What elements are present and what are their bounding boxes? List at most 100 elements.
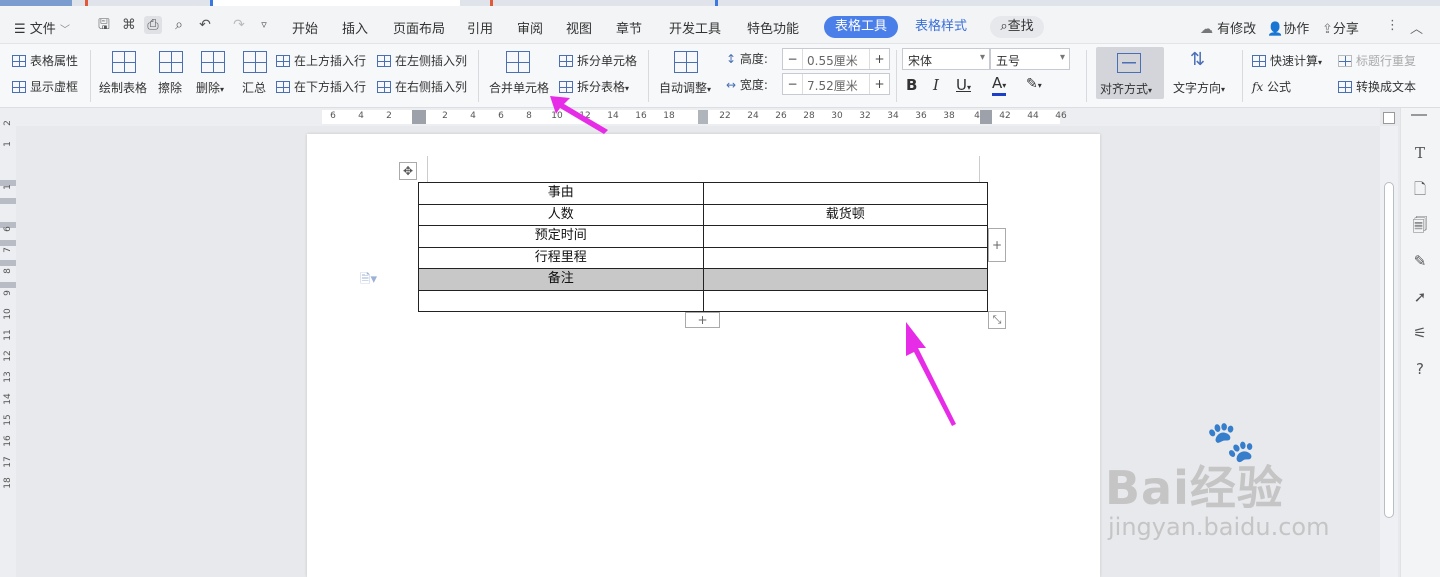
vruler-tick-label: 14	[3, 392, 13, 405]
repeat-title-button[interactable]: 标题行重复	[1338, 52, 1416, 69]
table-cell[interactable]	[702, 182, 988, 205]
font-color-button[interactable]: A▾	[992, 76, 1007, 96]
scrollbar-thumb[interactable]	[1384, 182, 1394, 518]
tab-table-tools[interactable]: 表格工具	[824, 16, 898, 38]
width-spinner[interactable]: − 7.52厘米 +	[782, 73, 890, 95]
font-size-select[interactable]: 五号	[990, 48, 1070, 70]
save-icon[interactable]: 🖫	[95, 16, 113, 34]
show-gridlines-button[interactable]: 显示虚框	[12, 78, 78, 95]
split-view-icon[interactable]	[1383, 112, 1395, 124]
ribbon-divider	[1242, 50, 1243, 102]
underline-button[interactable]: U▾	[956, 76, 971, 94]
insert-row-above-button[interactable]: 在上方插入行	[276, 52, 366, 69]
table-cell[interactable]	[702, 225, 988, 248]
share-button[interactable]: ⇪分享	[1322, 18, 1359, 37]
text-style-icon[interactable]: T	[1411, 144, 1429, 162]
italic-button[interactable]: I	[933, 76, 939, 94]
ruler-column-marker[interactable]	[980, 110, 992, 124]
draw-table-button[interactable]: 绘制表格	[99, 79, 147, 96]
insert-row-below-button[interactable]: 在下方插入行	[276, 78, 366, 95]
insert-col-left-button[interactable]: 在左侧插入列	[377, 52, 467, 69]
help-icon[interactable]: ?	[1411, 360, 1429, 378]
highlight-button[interactable]: ✎▾	[1026, 76, 1042, 92]
erase-button[interactable]: 擦除	[158, 79, 182, 96]
table-cell[interactable]: 预定时间	[418, 225, 704, 248]
table-cell[interactable]	[702, 289, 988, 312]
more-icon[interactable]: ⋮	[1386, 18, 1399, 33]
sliders-icon[interactable]: ⚟	[1411, 324, 1429, 342]
table-row: 预定时间	[418, 225, 988, 248]
align-button[interactable]: 对齐方式▾	[1096, 47, 1164, 99]
document-table[interactable]: 事由 人数 载货顿 预定时间 行程里程 备注	[418, 182, 988, 312]
text-direction-button[interactable]: 文字方向▾	[1173, 79, 1225, 96]
table-cell[interactable]	[702, 268, 988, 291]
paragraph-options-icon[interactable]: 🗎▾	[360, 270, 377, 292]
table-cell[interactable]	[702, 246, 988, 269]
tab-review[interactable]: 审阅	[517, 18, 543, 37]
repeat-title-icon	[1338, 55, 1352, 67]
table-resize-handle-icon[interactable]: ⤡	[988, 311, 1006, 329]
undo-icon[interactable]: ↶	[196, 16, 214, 34]
convert-to-text-button[interactable]: 转换成文本	[1338, 78, 1416, 95]
delete-button[interactable]: 删除▾	[196, 79, 224, 96]
height-spinner[interactable]: − 0.55厘米 +	[782, 48, 890, 70]
tab-table-style[interactable]: 表格样式	[910, 16, 972, 38]
decrement-icon[interactable]: −	[783, 49, 803, 69]
customize-chevron-icon[interactable]: ▿	[255, 16, 273, 34]
tab-chapter[interactable]: 章节	[616, 18, 642, 37]
cursor-icon[interactable]: ➚	[1411, 288, 1429, 306]
tab-page-layout[interactable]: 页面布局	[393, 18, 445, 37]
horizontal-ruler[interactable]: 6 4 2 2 4 6 8 10 12 14 16 18 22 24 26 28 30 32 34 36 38 4 42 44…	[0, 108, 1380, 126]
table-move-handle-icon[interactable]: ✥	[399, 162, 417, 180]
pen-icon[interactable]: ✎	[1411, 252, 1429, 270]
document-icon[interactable]: 🗋	[1411, 180, 1429, 198]
file-menu[interactable]: ☰ 文件 ﹀	[14, 18, 70, 37]
vruler-tick-label: 1	[3, 141, 13, 148]
formula-button[interactable]: fx 公式	[1252, 78, 1291, 95]
tab-start[interactable]: 开始	[292, 18, 318, 37]
bold-button[interactable]: B	[906, 76, 917, 94]
table-cell[interactable]	[418, 289, 704, 312]
format-painter-icon[interactable]: ⌘	[120, 16, 138, 34]
ruler-column-marker[interactable]	[412, 110, 426, 124]
auto-fit-button[interactable]: 自动调整▾	[659, 79, 711, 96]
collaborate-label: 协作	[1283, 22, 1310, 37]
document-settings-icon[interactable]: 🗐	[1411, 216, 1429, 234]
width-label: 宽度:	[739, 78, 768, 92]
collapse-ribbon-icon[interactable]: ︿	[1410, 18, 1423, 37]
tab-references[interactable]: 引用	[467, 18, 493, 37]
increment-icon[interactable]: +	[869, 49, 889, 69]
modified-button[interactable]: ☁ 有修改	[1200, 18, 1256, 37]
table-cell[interactable]: 人数	[418, 203, 704, 226]
split-cells-button[interactable]: 拆分单元格	[559, 52, 637, 69]
add-column-icon[interactable]: +	[988, 228, 1006, 262]
vertical-ruler[interactable]: 2 1 1 6 7 8 9 10 11 12 13 14 15 16 17 18	[0, 120, 16, 577]
search-button[interactable]: ⌕查找	[990, 16, 1044, 38]
ruler-column-marker[interactable]	[698, 110, 708, 124]
quick-calc-button[interactable]: 快速计算▾	[1252, 52, 1322, 69]
tab-special[interactable]: 特色功能	[747, 18, 799, 37]
print-preview-icon[interactable]: ⌕	[170, 16, 188, 34]
vertical-scrollbar[interactable]	[1380, 112, 1398, 577]
table-cell[interactable]: 备注	[418, 268, 704, 291]
summary-button[interactable]: 汇总	[242, 79, 266, 96]
decrement-icon[interactable]: −	[783, 74, 803, 94]
increment-icon[interactable]: +	[869, 74, 889, 94]
tab-insert[interactable]: 插入	[342, 18, 368, 37]
tab-developer[interactable]: 开发工具	[669, 18, 721, 37]
font-name-select[interactable]: 宋体	[902, 48, 990, 70]
collaborate-button[interactable]: 👤协作	[1267, 18, 1309, 37]
eraser-icon	[159, 51, 183, 73]
table-cell[interactable]: 行程里程	[418, 246, 704, 269]
add-row-icon[interactable]: +	[685, 312, 720, 328]
table-properties-button[interactable]: 表格属性	[12, 52, 78, 69]
insert-col-right-button[interactable]: 在右侧插入列	[377, 78, 467, 95]
redo-icon[interactable]: ↷	[230, 16, 248, 34]
share-icon: ⇪	[1322, 22, 1333, 37]
panel-handle-icon[interactable]	[1411, 114, 1427, 116]
print-icon[interactable]: ⎙	[144, 16, 162, 34]
table-cell[interactable]: 事由	[418, 182, 704, 205]
tab-view[interactable]: 视图	[566, 18, 592, 37]
table-cell[interactable]: 载货顿	[702, 203, 988, 226]
height-value: 0.55厘米	[807, 54, 858, 68]
